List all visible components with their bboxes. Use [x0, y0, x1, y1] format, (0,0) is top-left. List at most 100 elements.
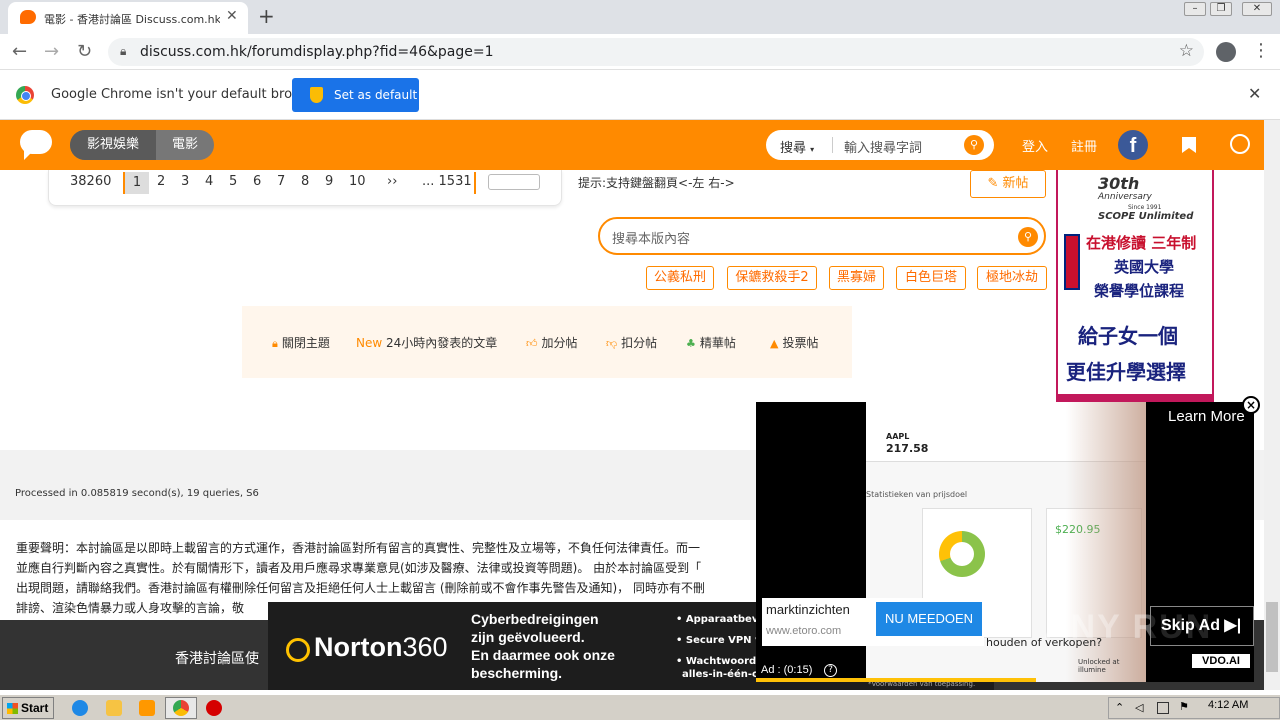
set-default-button[interactable]: Set as default	[292, 78, 419, 112]
ad-line: 在港修讀 三年制	[1086, 234, 1197, 252]
page-link[interactable]: 10	[349, 174, 366, 189]
url-text[interactable]: discuss.com.hk/forumdisplay.php?fid=46&p…	[140, 44, 494, 60]
tab-close-icon[interactable]: ✕	[226, 8, 238, 24]
reload-icon[interactable]: ↻	[77, 41, 92, 62]
tab-strip: 電影 - 香港討論區 Discuss.com.hk - ✕ + – ❐ ✕	[0, 0, 1280, 34]
page-link[interactable]: 2	[157, 174, 165, 189]
media-player-icon[interactable]	[139, 700, 155, 716]
ad-line: 給子女一個	[1078, 324, 1178, 348]
ie-icon[interactable]	[72, 700, 88, 716]
lock-icon[interactable]: 🔒︎	[120, 44, 126, 59]
tray-expand-icon[interactable]: ⌃	[1115, 701, 1124, 714]
page-link[interactable]: 5	[229, 174, 237, 189]
network-icon[interactable]	[1157, 702, 1169, 714]
forum-search-input[interactable]: 搜尋本版內容	[612, 228, 690, 247]
system-tray: ⌃ ◁ ⚑	[1108, 697, 1280, 719]
page-link[interactable]: 7	[277, 174, 285, 189]
new-post-button[interactable]: ✎ 新帖	[970, 170, 1046, 198]
breadcrumb-section[interactable]: 影視娛樂	[70, 130, 156, 160]
page-link[interactable]: 8	[301, 174, 309, 189]
last-page-link[interactable]: ... 1531	[422, 174, 472, 189]
sidebar-ad[interactable]: 30th Anniversary Since 1991 SCOPE Unlimi…	[1056, 170, 1214, 402]
search-icon[interactable]: ⚲	[1018, 227, 1038, 247]
ad-since: Since 1991	[1128, 204, 1162, 211]
next-page-link[interactable]: ››	[387, 174, 397, 189]
forum-search[interactable]: 搜尋本版內容 ⚲	[598, 217, 1046, 255]
page-link[interactable]: 6	[253, 174, 261, 189]
ad-timer: Ad : (0:15)	[761, 664, 813, 676]
set-default-label: Set as default	[334, 88, 418, 102]
thumbs-up-icon: 👍︎	[526, 337, 538, 350]
discuss-logo-icon[interactable]	[20, 130, 52, 160]
taskbar-chrome-button[interactable]	[165, 697, 197, 719]
cta-button[interactable]: NU MEEDOEN	[876, 602, 982, 636]
infobar-close-icon[interactable]: ✕	[1248, 84, 1261, 103]
skip-ad-button[interactable]: Skip Ad ▶|	[1150, 606, 1254, 646]
filter-digest[interactable]: ♣ 精華帖	[686, 334, 736, 351]
filter-closed[interactable]: 🔒︎ 關閉主題	[272, 334, 330, 351]
back-icon[interactable]: ←	[12, 41, 27, 62]
chrome-icon	[173, 700, 189, 716]
page-link[interactable]: 9	[325, 174, 333, 189]
shield-icon	[310, 87, 323, 103]
volume-icon[interactable]: ◁	[1135, 701, 1143, 714]
breadcrumb-forum[interactable]: 電影	[156, 130, 214, 160]
processed-info: Processed in 0.085819 second(s), 19 quer…	[15, 488, 259, 499]
hot-tag[interactable]: 極地冰劫	[977, 266, 1047, 290]
facebook-icon[interactable]: f	[1118, 130, 1148, 160]
register-link[interactable]: 註冊	[1071, 136, 1097, 155]
bookmark-star-icon[interactable]: ☆	[1179, 41, 1194, 61]
forward-icon[interactable]: →	[44, 41, 59, 62]
video-ad-player[interactable]: AAPL 217.58 Statistieken van prijsdoel $…	[756, 402, 1254, 682]
video-close-icon[interactable]: ×	[1242, 396, 1260, 414]
profile-avatar-icon[interactable]	[1216, 42, 1236, 62]
address-bar[interactable]: 🔒︎ discuss.com.hk/forumdisplay.php?fid=4…	[108, 38, 1204, 66]
uk-flag-icon	[1064, 234, 1080, 290]
restore-icon[interactable]: ❐	[1210, 2, 1232, 16]
header-search: 搜尋 ▾ 輸入搜尋字詞 ⚲	[766, 130, 994, 160]
start-button[interactable]: Start	[2, 697, 54, 719]
hot-tag[interactable]: 白色巨塔	[896, 266, 966, 290]
page-scrollbar[interactable]	[1264, 120, 1280, 690]
history-clock-icon[interactable]	[1230, 134, 1250, 154]
filter-new24[interactable]: New 24小時內發表的文章	[356, 334, 497, 351]
hot-tag[interactable]: 保鑣救殺手2	[727, 266, 817, 290]
browser-tab[interactable]: 電影 - 香港討論區 Discuss.com.hk - ✕	[8, 2, 248, 34]
ad-info-icon[interactable]: ?	[824, 664, 837, 677]
ad-anniversary: Anniversary	[1098, 192, 1152, 202]
search-type-select[interactable]: 搜尋 ▾	[780, 137, 814, 156]
filter-poll[interactable]: ▲ 投票帖	[770, 334, 818, 351]
pagination-current-page[interactable]: 1	[125, 172, 149, 194]
page-link[interactable]: 3	[181, 174, 189, 189]
minimize-icon[interactable]: –	[1184, 2, 1206, 16]
header-search-input[interactable]: 輸入搜尋字詞	[844, 137, 922, 156]
new-tab-icon[interactable]: +	[258, 4, 275, 28]
security-alert-icon[interactable]	[206, 700, 222, 716]
hot-tag[interactable]: 公義私刑	[646, 266, 714, 290]
explorer-icon[interactable]	[106, 700, 122, 716]
video-progress-bar	[756, 678, 1036, 682]
vdoai-logo: VDO.AI	[1192, 654, 1250, 668]
filter-plus[interactable]: 👍︎ 加分帖	[526, 334, 578, 351]
footer-text: 香港討論區使	[175, 651, 259, 667]
chrome-menu-icon[interactable]: ⋮	[1252, 40, 1270, 61]
bookmark-icon[interactable]	[1182, 137, 1196, 153]
ad-anniversary-number: 30th	[1098, 174, 1140, 193]
scrollbar-thumb[interactable]	[1266, 602, 1278, 672]
thumbs-down-icon: 👎︎	[606, 337, 618, 350]
page-link[interactable]: 4	[205, 174, 213, 189]
page-jump-input[interactable]	[488, 174, 540, 190]
login-link[interactable]: 登入	[1022, 136, 1048, 155]
flag-icon[interactable]: ⚑	[1179, 700, 1189, 713]
norton-feature: • Apparaatbeveili	[676, 614, 766, 625]
discuss-favicon-icon	[20, 10, 36, 24]
learn-more-link[interactable]: Learn More	[1168, 408, 1245, 425]
gem-icon: ♣	[686, 337, 696, 350]
window-close-icon[interactable]: ✕	[1242, 2, 1272, 16]
pencil-icon: ✎	[987, 176, 999, 191]
browser-toolbar: ← → ↻ 🔒︎ discuss.com.hk/forumdisplay.php…	[0, 34, 1280, 70]
search-icon[interactable]: ⚲	[964, 135, 984, 155]
hot-tag[interactable]: 黑寡婦	[829, 266, 884, 290]
filter-minus[interactable]: 👎︎ 扣分帖	[606, 334, 657, 351]
norton-logo: Norton360	[314, 632, 448, 662]
